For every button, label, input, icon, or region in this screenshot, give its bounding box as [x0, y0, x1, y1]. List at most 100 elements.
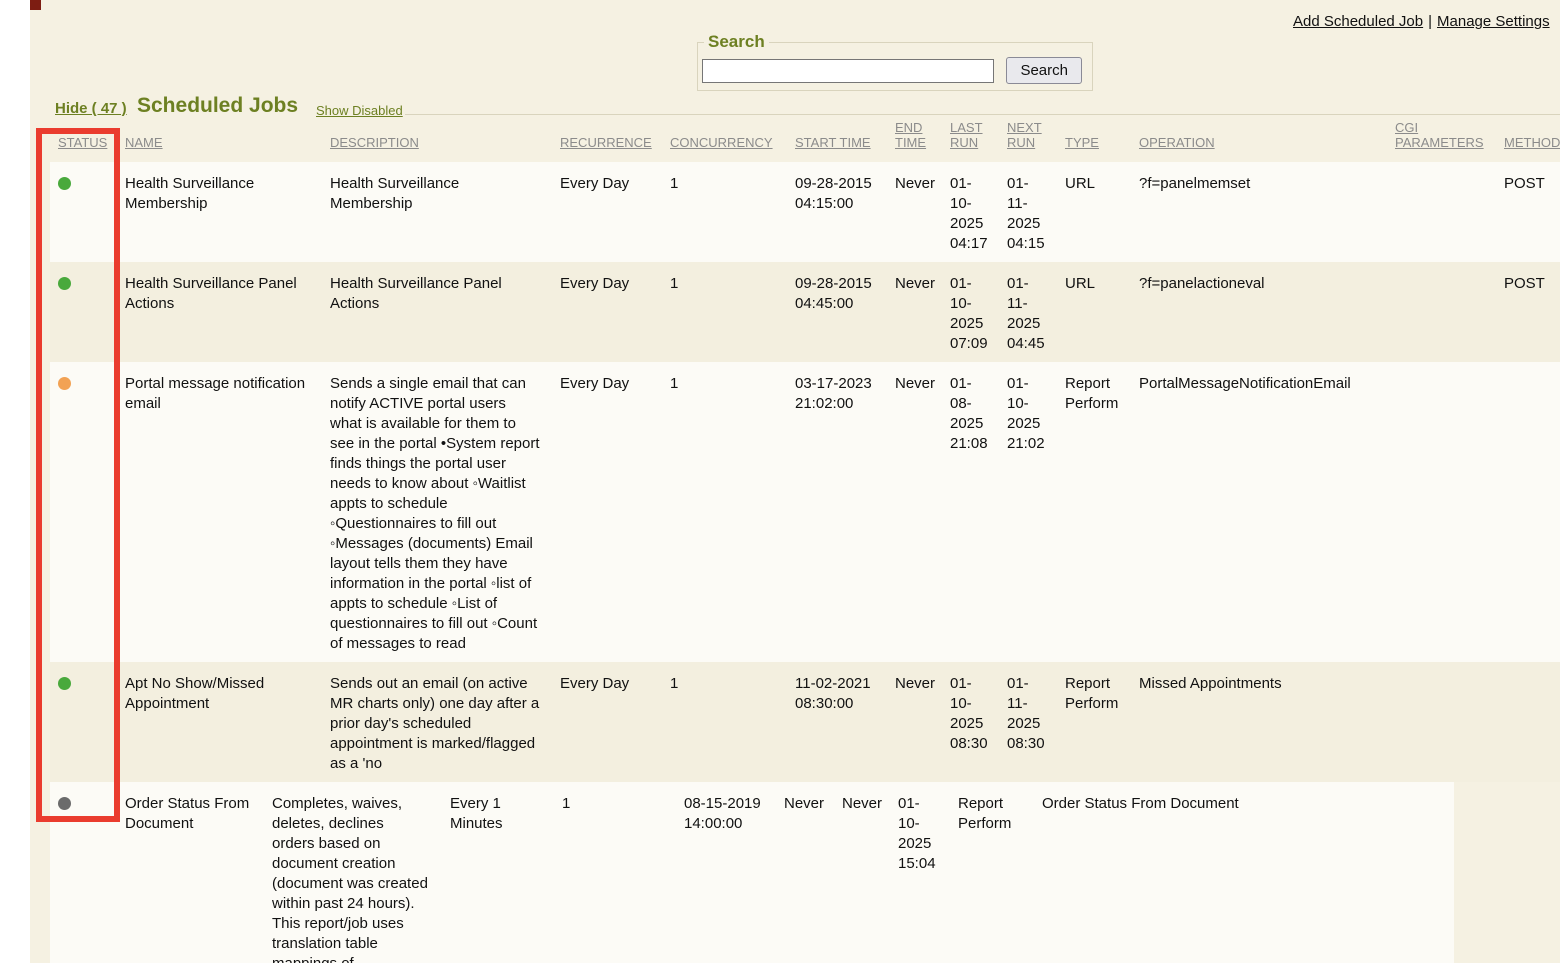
job-cgi-parameters [1387, 662, 1496, 782]
column-header-concurrency[interactable]: CONCURRENCY [662, 120, 787, 162]
job-row[interactable]: Health Surveillance Panel Actions Health… [50, 262, 1560, 362]
column-header-name[interactable]: NAME [117, 120, 322, 162]
job-status-cell [50, 162, 117, 262]
job-method: POST [1496, 162, 1560, 262]
show-disabled-link[interactable]: Show Disabled [316, 103, 403, 118]
job-method [1496, 662, 1560, 782]
job-description: Sends out an email (on active MR charts … [322, 662, 552, 782]
job-row[interactable]: Health Surveillance Membership Health Su… [50, 162, 1560, 262]
job-status-cell [50, 662, 117, 782]
column-header-next-run[interactable]: NEXT RUN [999, 120, 1057, 162]
column-header-recurrence[interactable]: RECURRENCE [552, 120, 662, 162]
scheduled-jobs-table-continued: Order Status From Document Completes, wa… [50, 782, 1454, 963]
column-header-description[interactable]: DESCRIPTION [322, 120, 552, 162]
job-operation: PortalMessageNotificationEmail [1131, 362, 1387, 662]
job-start-time: 11-02-2021 08:30:00 [787, 662, 887, 782]
job-row[interactable]: Apt No Show/Missed Appointment Sends out… [50, 662, 1560, 782]
job-concurrency: 1 [662, 362, 787, 662]
job-recurrence: Every Day [552, 662, 662, 782]
job-recurrence: Every 1 Minutes [442, 782, 554, 963]
status-dot [58, 377, 71, 390]
column-header-status[interactable]: STATUS [50, 120, 117, 162]
job-name: Health Surveillance Panel Actions [117, 262, 322, 362]
search-fieldset: Search Search [697, 32, 1093, 91]
job-next-run: 01-10-2025 15:04 [890, 782, 950, 963]
job-type: URL [1057, 162, 1131, 262]
manage-settings-link[interactable]: Manage Settings [1437, 13, 1550, 30]
job-last-run: 01-08-2025 21:08 [942, 362, 999, 662]
page-title: Scheduled Jobs [137, 94, 298, 118]
section-divider [405, 114, 1560, 115]
job-type: Report Perform [950, 782, 1034, 963]
links-separator: | [1428, 13, 1432, 30]
job-concurrency: 1 [662, 162, 787, 262]
job-type: Report Perform [1057, 362, 1131, 662]
job-end-time: Never [887, 262, 942, 362]
job-cgi-parameters [1387, 262, 1496, 362]
job-concurrency: 1 [662, 262, 787, 362]
job-type: Report Perform [1057, 662, 1131, 782]
job-end-time: Never [887, 362, 942, 662]
job-operation: ?f=panelmemset [1131, 162, 1387, 262]
search-legend: Search [704, 32, 769, 52]
job-last-run: 01-10-2025 07:09 [942, 262, 999, 362]
job-end-time: Never [887, 662, 942, 782]
job-end-time: Never [776, 782, 834, 963]
job-description: Health Surveillance Membership [322, 162, 552, 262]
job-start-time: 09-28-2015 04:45:00 [787, 262, 887, 362]
job-method: POST [1496, 262, 1560, 362]
job-description: Health Surveillance Panel Actions [322, 262, 552, 362]
job-next-run: 01-11-2025 04:15 [999, 162, 1057, 262]
column-header-method[interactable]: METHOD [1496, 120, 1560, 162]
scheduled-jobs-page: Add Scheduled Job | Manage Settings Search… [30, 0, 1560, 963]
column-header-type[interactable]: TYPE [1057, 120, 1131, 162]
hide-count-link[interactable]: Hide ( 47 ) [55, 100, 127, 117]
scheduled-jobs-table: STATUS NAME DESCRIPTION RECURRENCE CONCU… [50, 120, 1560, 782]
job-last-run: 01-10-2025 08:30 [942, 662, 999, 782]
job-name: Health Surveillance Membership [117, 162, 322, 262]
search-input[interactable] [702, 59, 994, 83]
job-concurrency: 1 [554, 782, 676, 963]
job-operation: Missed Appointments [1131, 662, 1387, 782]
job-method [1496, 362, 1560, 662]
job-recurrence: Every Day [552, 262, 662, 362]
job-next-run: 01-11-2025 04:45 [999, 262, 1057, 362]
column-header-start-time[interactable]: START TIME [787, 120, 887, 162]
job-cgi-parameters [1274, 782, 1374, 963]
job-row[interactable]: Order Status From Document Completes, wa… [50, 782, 1454, 963]
status-dot [58, 177, 71, 190]
status-dot [58, 677, 71, 690]
job-method [1374, 782, 1454, 963]
job-description: Sends a single email that can notify ACT… [322, 362, 552, 662]
job-cgi-parameters [1387, 362, 1496, 662]
job-status-cell [50, 782, 117, 963]
job-status-cell [50, 362, 117, 662]
job-next-run: 01-10-2025 21:02 [999, 362, 1057, 662]
job-concurrency: 1 [662, 662, 787, 782]
job-last-run: Never [834, 782, 890, 963]
job-last-run: 01-10-2025 04:17 [942, 162, 999, 262]
status-dot [58, 277, 71, 290]
job-status-cell [50, 262, 117, 362]
job-operation: Order Status From Document [1034, 782, 1274, 963]
add-scheduled-job-link[interactable]: Add Scheduled Job [1293, 13, 1423, 30]
column-header-operation[interactable]: OPERATION [1131, 120, 1387, 162]
scheduled-jobs-tables: STATUS NAME DESCRIPTION RECURRENCE CONCU… [50, 120, 1560, 963]
job-start-time: 03-17-2023 21:02:00 [787, 362, 887, 662]
status-dot [58, 797, 71, 810]
job-name: Order Status From Document [117, 782, 264, 963]
column-header-cgi-parameters[interactable]: CGI PARAMETERS [1387, 120, 1496, 162]
top-links: Add Scheduled Job | Manage Settings [1293, 13, 1550, 30]
job-start-time: 08-15-2019 14:00:00 [676, 782, 776, 963]
job-row[interactable]: Portal message notification email Sends … [50, 362, 1560, 662]
job-name: Portal message notification email [117, 362, 322, 662]
search-button[interactable]: Search [1006, 57, 1082, 84]
job-description: Completes, waives, deletes, declines ord… [264, 782, 442, 963]
job-name: Apt No Show/Missed Appointment [117, 662, 322, 782]
table-header-row: STATUS NAME DESCRIPTION RECURRENCE CONCU… [50, 120, 1560, 162]
job-cgi-parameters [1387, 162, 1496, 262]
column-header-end-time[interactable]: END TIME [887, 120, 942, 162]
job-recurrence: Every Day [552, 162, 662, 262]
job-type: URL [1057, 262, 1131, 362]
column-header-last-run[interactable]: LAST RUN [942, 120, 999, 162]
